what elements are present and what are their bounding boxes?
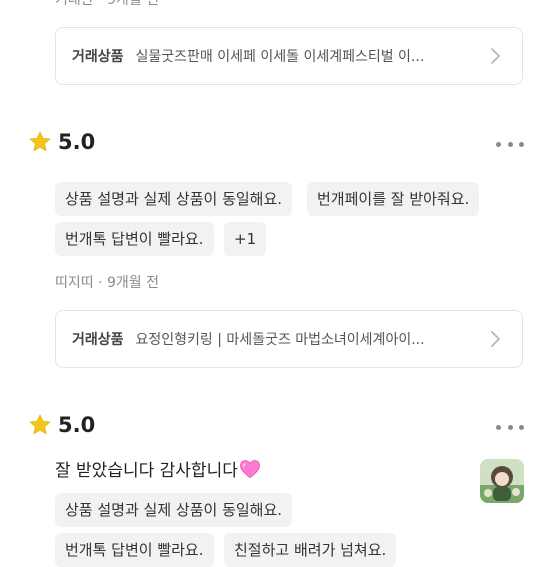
product-card[interactable]: 거래상품 요정인형키링 | 마세돌굿즈 마법소녀이세계아이... — [55, 310, 523, 368]
avatar-image — [480, 459, 524, 503]
rating-value: 5.0 — [58, 413, 96, 437]
chevron-right-icon — [491, 331, 500, 347]
review-tag-chip: 번개페이를 잘 받아줘요. — [307, 182, 480, 216]
rating: 5.0 — [28, 413, 95, 437]
product-tag-label: 거래상품 — [72, 49, 124, 65]
rating: 5.0 — [28, 130, 95, 154]
more-dots-icon[interactable] — [496, 422, 524, 432]
review-meta: 띠지띠 · 9개월 전 — [55, 275, 159, 291]
chevron-right-icon — [491, 48, 500, 64]
review-tag-chip: 번개톡 답변이 빨라요. — [55, 533, 214, 567]
avatar[interactable] — [480, 459, 524, 503]
review-text: 잘 받았습니다 감사합니다 — [55, 461, 238, 481]
more-tags-chip[interactable]: +1 — [224, 222, 267, 256]
product-card[interactable]: 거래상품 실물굿즈판매 이세페 이세돌 이세계페스티벌 이... — [55, 27, 523, 85]
review-tag-chip: 상품 설명과 실제 상품이 동일해요. — [55, 182, 293, 216]
review-tag-chip: 친절하고 배려가 넘쳐요. — [224, 533, 397, 567]
review-body: 잘 받았습니다 감사합니다 — [55, 456, 261, 481]
pink-heart-icon — [239, 459, 260, 478]
review-tag-chip: 번개톡 답변이 빨라요. — [55, 222, 214, 256]
rating-value: 5.0 — [58, 130, 96, 154]
more-dots-icon[interactable] — [496, 139, 524, 149]
product-name: 요정인형키링 | 마세돌굿즈 마법소녀이세계아이... — [135, 332, 425, 348]
review-meta: 거래완 · 9개월 전 — [55, 0, 159, 8]
product-tag-label: 거래상품 — [72, 332, 124, 348]
star-icon — [29, 131, 51, 152]
star-icon — [29, 414, 51, 435]
review-tag-chip: 상품 설명과 실제 상품이 동일해요. — [55, 493, 293, 527]
product-name: 실물굿즈판매 이세페 이세돌 이세계페스티벌 이... — [135, 49, 425, 65]
